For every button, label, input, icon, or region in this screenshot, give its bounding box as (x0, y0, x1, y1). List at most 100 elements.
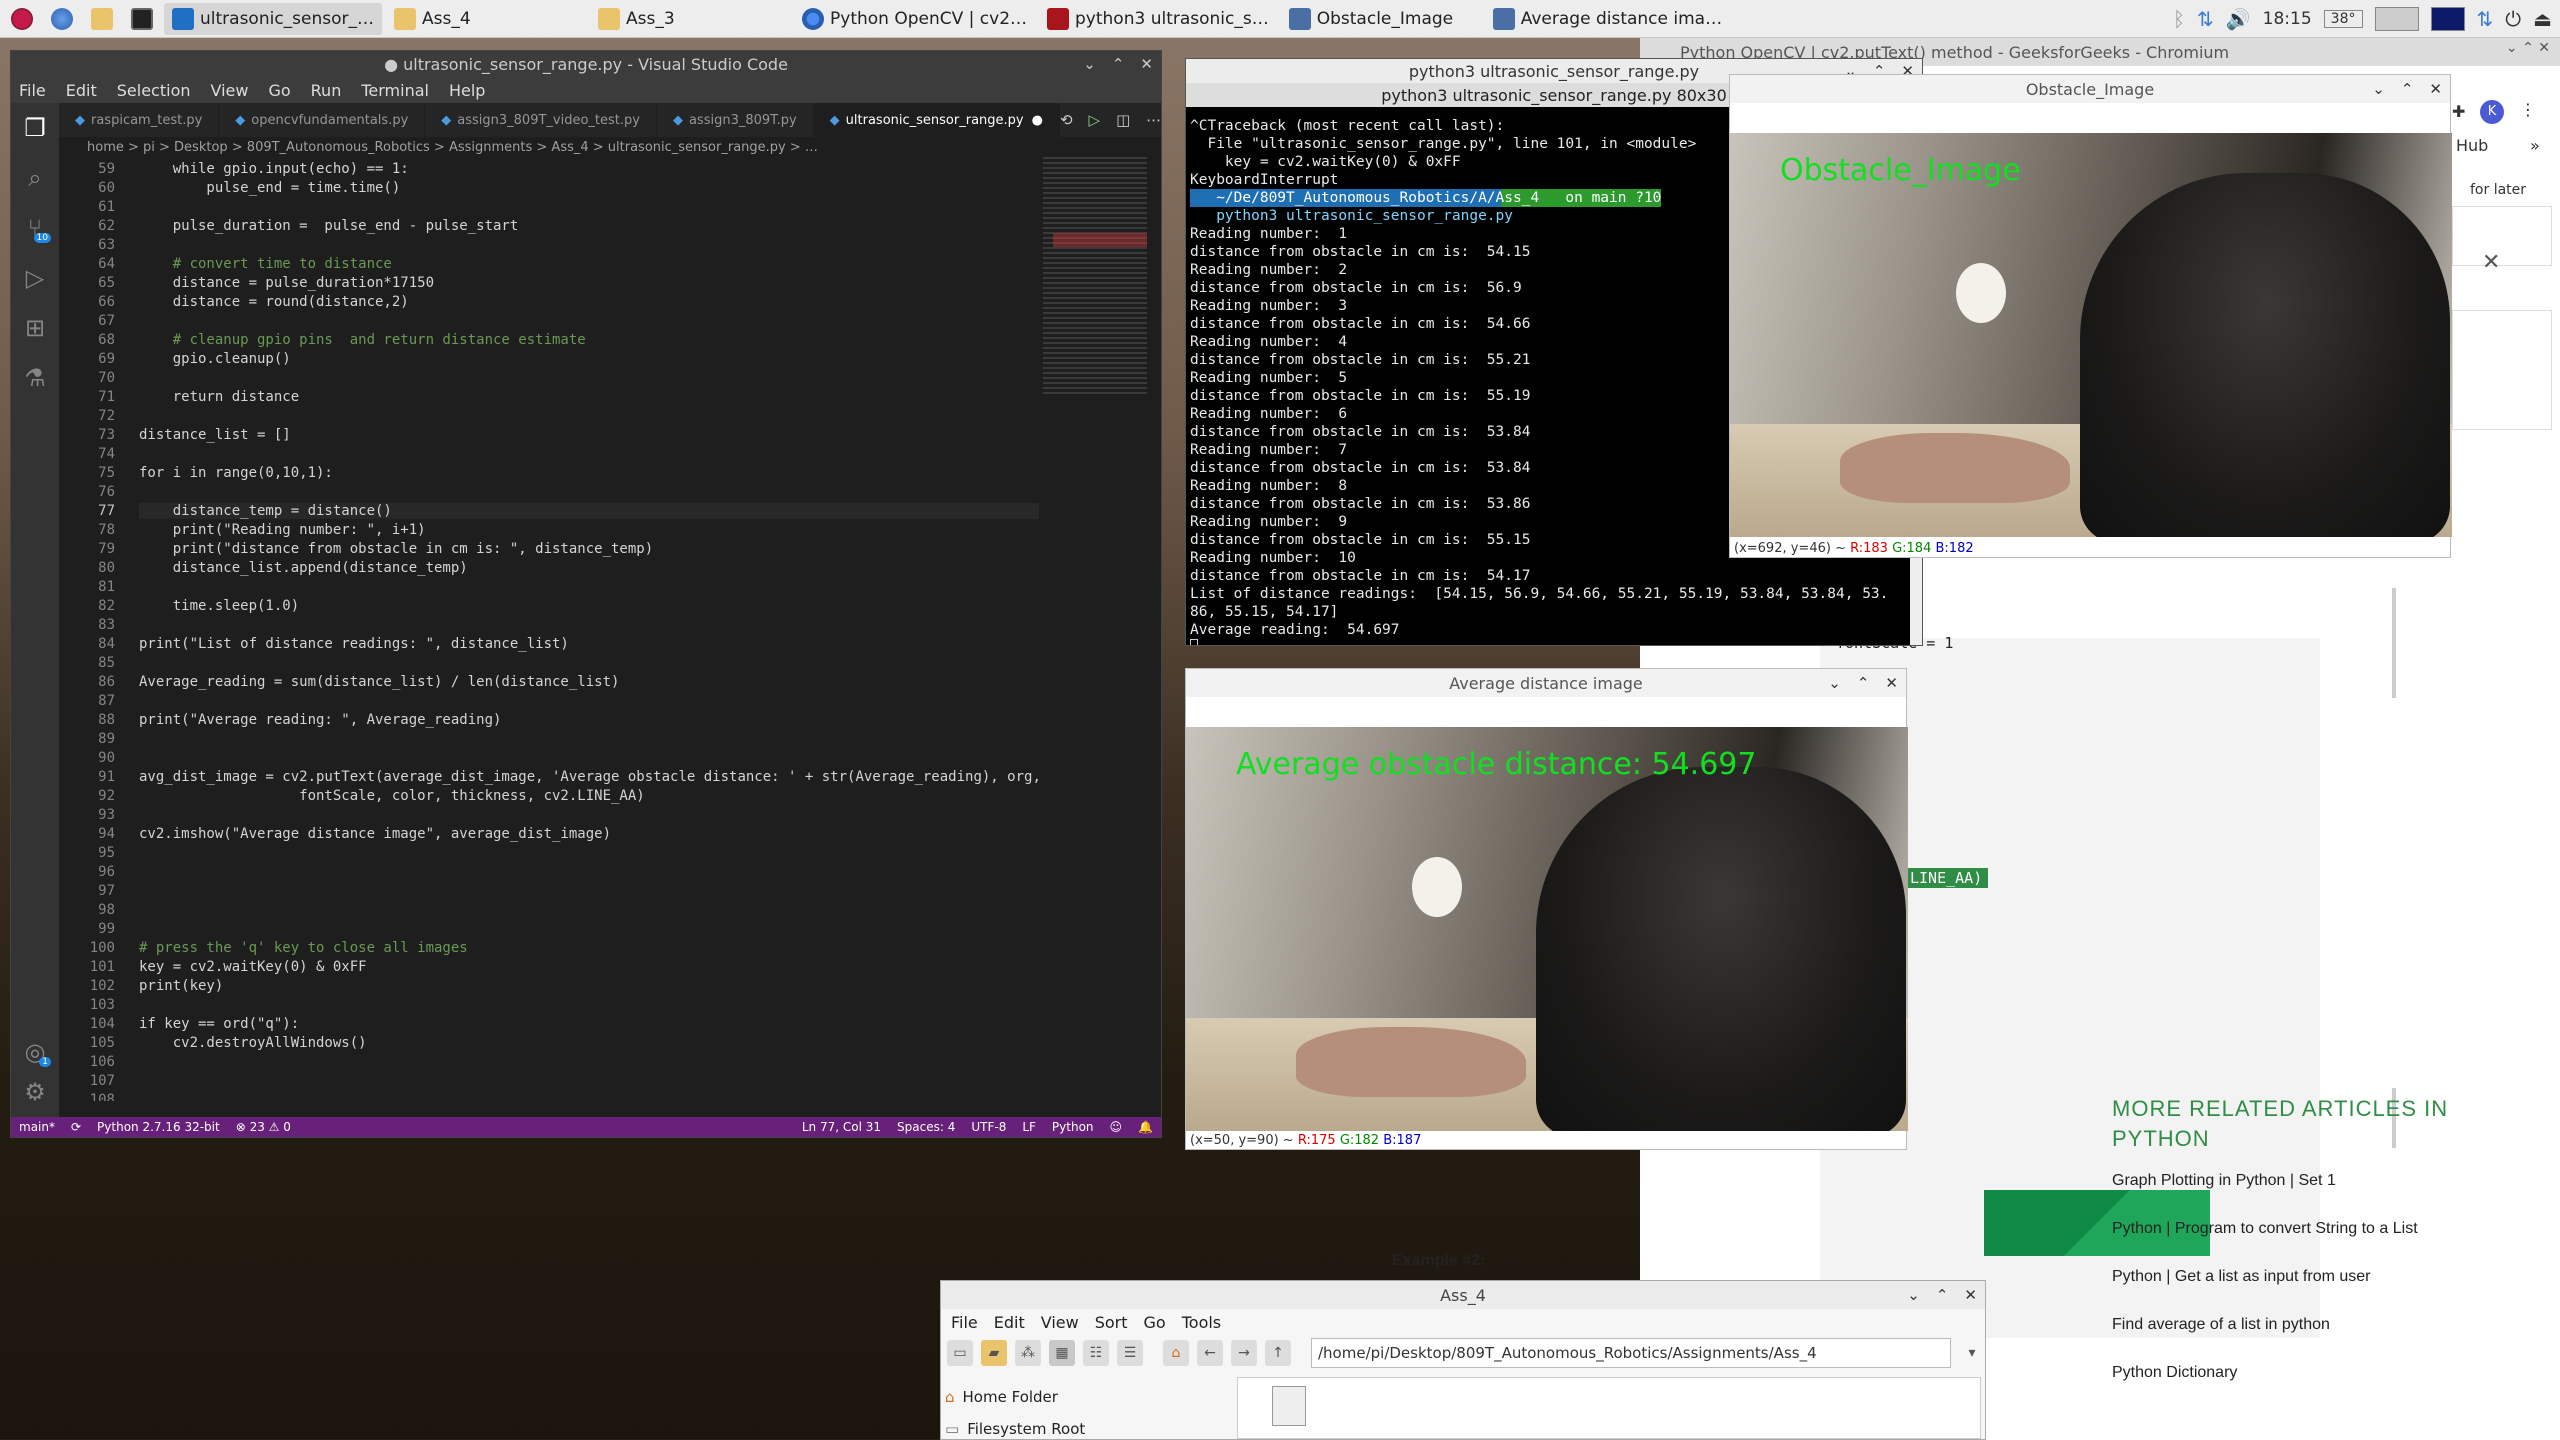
forward-arrow-icon[interactable]: → (1231, 1340, 1257, 1366)
task-chromium[interactable]: Python OpenCV | cv2… (794, 3, 1035, 35)
source-control-icon[interactable]: ⑂ 10 (11, 203, 59, 253)
power-icon[interactable]: ⏻ (2505, 7, 2521, 31)
page-scrollbar[interactable] (2392, 588, 2396, 698)
related-link[interactable]: Graph Plotting in Python | Set 1 (2112, 1172, 2512, 1190)
run-debug-icon[interactable]: ▷ (11, 253, 59, 303)
thumbnail-view-icon[interactable]: ▦ (1049, 1340, 1075, 1366)
python-interpreter[interactable]: Python 2.7.16 32-bit (89, 1120, 228, 1134)
code-line[interactable]: cv2.destroyAllWindows() (139, 1035, 367, 1051)
tab-ultrasonic-sensor-range[interactable]: ◆ ultrasonic_sensor_range.py ● (813, 103, 1060, 137)
task-terminal[interactable]: python3 ultrasonic_s… (1039, 3, 1277, 35)
code-line[interactable]: Average_reading = sum(distance_list) / l… (139, 674, 619, 690)
related-link[interactable]: Python | Get a list as input from user (2112, 1268, 2512, 1286)
run-file-icon[interactable]: ▷ (1089, 111, 1101, 129)
minimize-icon[interactable]: ⌄ (1828, 674, 1841, 692)
code-line[interactable]: avg_dist_image = cv2.putText(average_dis… (139, 769, 1039, 785)
code-line[interactable]: if key == ord("q"): (139, 1016, 299, 1032)
cursor-position[interactable]: Ln 77, Col 31 (794, 1120, 889, 1134)
code-line[interactable]: distance_list.append(distance_temp) (139, 560, 468, 576)
file-manager-launcher-icon[interactable] (84, 3, 120, 35)
code-line[interactable]: print("Average reading: ", Average_readi… (139, 712, 501, 728)
extensions-icon[interactable]: ✚ (2452, 102, 2465, 121)
menu-help[interactable]: Help (449, 81, 485, 100)
place-filesystem-root[interactable]: ▭ Filesystem Root (945, 1413, 1165, 1440)
task-average-distance-image[interactable]: Average distance ima… (1485, 3, 1730, 35)
code-line[interactable]: print("distance from obstacle in cm is: … (139, 541, 653, 557)
place-home-folder[interactable]: ⌂ Home Folder (945, 1381, 1165, 1413)
obstacle-camera-image[interactable]: Obstacle_Image (1730, 133, 2452, 537)
maximize-icon[interactable]: ⌃ (1112, 55, 1125, 73)
indentation[interactable]: Spaces: 4 (889, 1120, 963, 1134)
explorer-icon[interactable]: ❐ (11, 103, 59, 153)
code-line[interactable]: print("Reading number: ", i+1) (139, 522, 426, 538)
eol[interactable]: LF (1014, 1120, 1044, 1134)
fm-menu-sort[interactable]: Sort (1095, 1313, 1128, 1332)
code-line[interactable]: time.sleep(1.0) (139, 598, 299, 614)
code-line[interactable]: print(key) (139, 978, 223, 994)
code-line[interactable]: pulse_end = time.time() (139, 180, 400, 196)
code-line[interactable]: pulse_duration = pulse_end - pulse_start (139, 218, 519, 234)
home-icon[interactable]: ⌂ (1163, 1340, 1189, 1366)
minimap[interactable] (1039, 157, 1151, 1101)
minimize-icon[interactable]: ⌄ (1083, 55, 1096, 73)
profile-avatar[interactable]: K (2480, 100, 2504, 124)
settings-gear-icon[interactable]: ⚙ (11, 1067, 59, 1117)
code-line[interactable]: distance_list = [] (139, 427, 291, 443)
related-link[interactable]: Python | Program to convert String to a … (2112, 1220, 2512, 1238)
code-line[interactable]: distance = round(distance,2) (139, 294, 409, 310)
bluetooth-icon[interactable]: ᛒ (2173, 7, 2185, 31)
terminal-launcher-icon[interactable] (124, 3, 160, 35)
compare-icon[interactable]: ⟲ (1060, 111, 1073, 129)
code-line[interactable]: print("List of distance readings: ", dis… (139, 636, 569, 652)
new-folder-icon[interactable]: ▰ (981, 1340, 1007, 1366)
related-link[interactable]: Python Dictionary (2112, 1364, 2512, 1382)
path-dropdown-icon[interactable]: ▾ (1959, 1340, 1985, 1366)
code-line[interactable]: return distance (139, 389, 299, 405)
file-icon[interactable] (1272, 1386, 1306, 1426)
code-line[interactable]: distance = pulse_duration*17150 (139, 275, 434, 291)
back-arrow-icon[interactable]: ← (1197, 1340, 1223, 1366)
fm-menu-file[interactable]: File (951, 1313, 978, 1332)
volume-icon[interactable]: 🔊 (2226, 7, 2251, 31)
encoding[interactable]: UTF-8 (963, 1120, 1014, 1134)
code-line[interactable]: while gpio.input(echo) == 1: (139, 161, 409, 177)
minimize-icon[interactable]: ⌄ (2372, 80, 2385, 98)
branch-status[interactable]: main* (11, 1120, 63, 1134)
tab-assign3-video-test[interactable]: ◆ assign3_809T_video_test.py (425, 103, 657, 137)
browser-launcher-icon[interactable] (44, 3, 80, 35)
more-actions-icon[interactable]: ⋯ (1146, 111, 1161, 129)
feedback-icon[interactable]: ☺ (1102, 1120, 1131, 1134)
browser-window-controls[interactable]: ⌄ ⌃ ✕ (2506, 40, 2550, 56)
menu-icon[interactable]: ⋮ (2520, 100, 2536, 119)
task-vscode[interactable]: ultrasonic_sensor_… (164, 2, 383, 35)
fm-menu-tools[interactable]: Tools (1182, 1313, 1221, 1332)
code-line[interactable]: # convert time to distance (139, 256, 392, 272)
code-line[interactable]: for i in range(0,10,1): (139, 465, 333, 481)
code-line[interactable]: fontScale, color, thickness, cv2.LINE_AA… (139, 788, 645, 804)
average-camera-image[interactable]: Average obstacle distance: 54.697 (1186, 727, 1908, 1131)
file-view[interactable] (1237, 1377, 1981, 1439)
maximize-icon[interactable]: ⌃ (2401, 80, 2414, 98)
menu-file[interactable]: File (19, 81, 46, 100)
code-line[interactable]: cv2.imshow("Average distance image", ave… (139, 826, 611, 842)
up-arrow-icon[interactable]: ↑ (1265, 1340, 1291, 1366)
maximize-icon[interactable]: ⌃ (1857, 674, 1870, 692)
menu-edit[interactable]: Edit (66, 81, 97, 100)
network-icon[interactable]: ⇅ (2197, 7, 2214, 31)
clock[interactable]: 18:15 (2263, 9, 2312, 29)
bookmarks-overflow[interactable]: » (2530, 136, 2540, 155)
task-ass3[interactable]: Ass_3 (590, 3, 790, 35)
unsaved-dot-icon[interactable]: ● (1032, 113, 1043, 128)
search-icon[interactable]: ⌕ (11, 153, 59, 203)
related-link[interactable]: Find average of a list in python (2112, 1316, 2512, 1334)
testing-icon[interactable]: ⚗ (11, 353, 59, 403)
icon-view-icon[interactable]: ⁂ (1015, 1340, 1041, 1366)
close-icon[interactable]: ✕ (1140, 55, 1153, 73)
updown-arrows-icon[interactable]: ⇅ (2477, 7, 2494, 31)
code-line[interactable]: # cleanup gpio pins and return distance … (139, 332, 586, 348)
hub-label[interactable]: Hub (2456, 136, 2488, 155)
tab-raspicam-test[interactable]: ◆ raspicam_test.py (59, 103, 220, 137)
menu-go[interactable]: Go (268, 81, 290, 100)
code-line[interactable]: distance_temp = distance() (139, 503, 1039, 519)
tab-opencvfundamentals[interactable]: ◆ opencvfundamentals.py (219, 103, 426, 137)
